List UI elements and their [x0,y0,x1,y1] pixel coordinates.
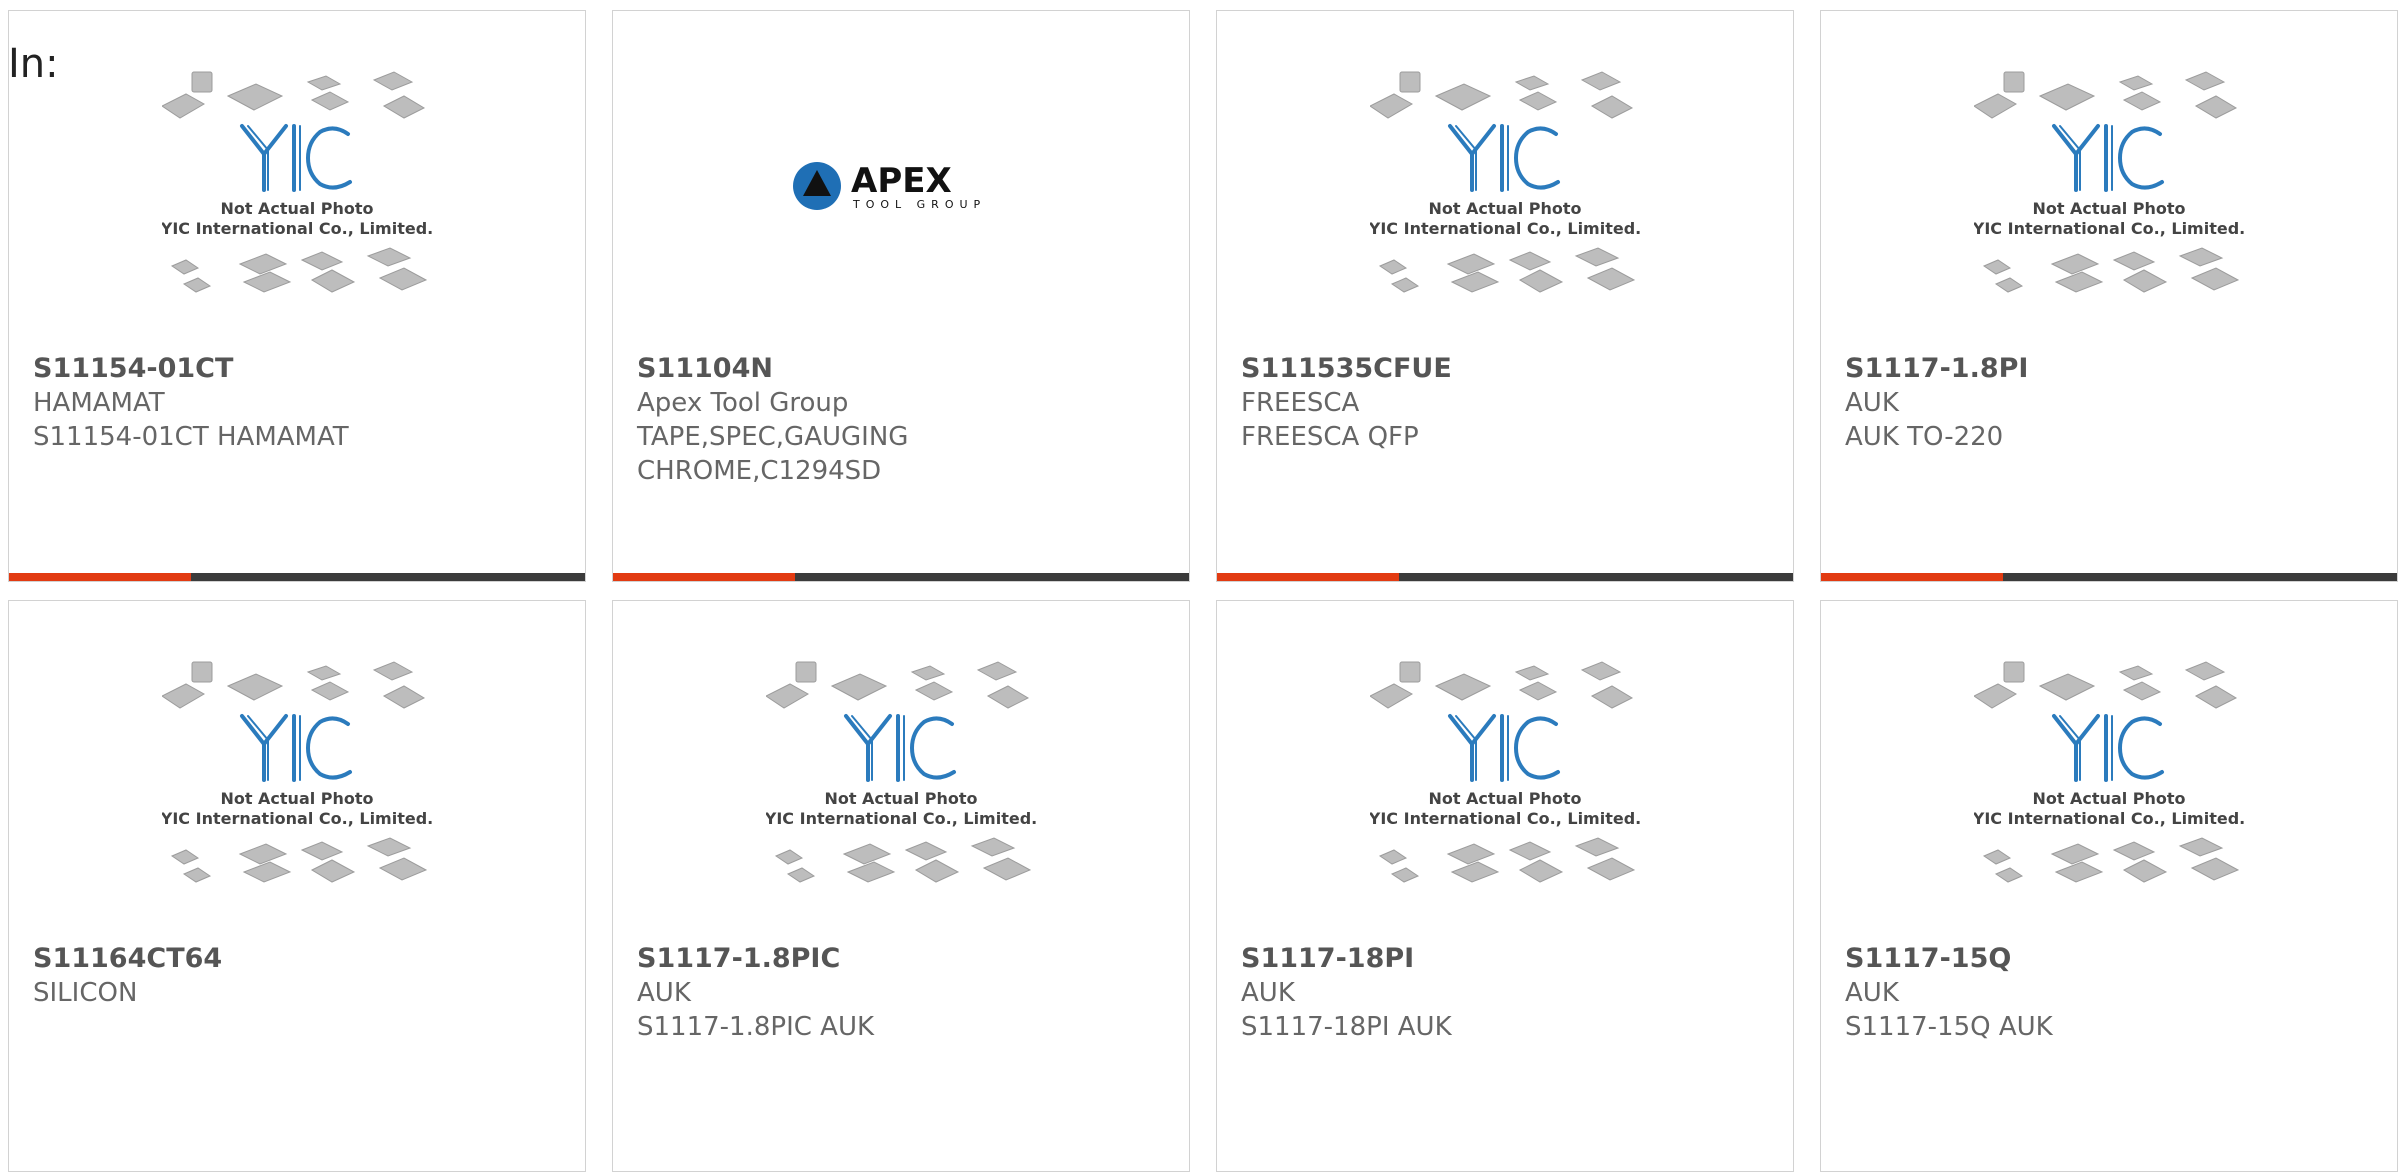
yic-placeholder-image: Not Actual Photo YIC International Co., … [1974,661,2244,883]
chip-icons-top [1974,661,2238,709]
manufacturer: FREESCA [1241,388,1360,418]
product-card[interactable]: Not Actual Photo YIC International Co., … [612,600,1190,1172]
product-card[interactable]: APEX TOOL GROUP S11104N Apex Tool Group … [612,10,1190,582]
caption-line-2: YIC International Co., Limited. [162,219,432,238]
yic-placeholder-image: Not Actual Photo YIC International Co., … [162,661,432,883]
description: S1117-1.8PIC AUK [637,1012,875,1042]
product-image: Not Actual Photo YIC International Co., … [1821,601,2397,951]
yic-logo [2052,714,2164,782]
chip-icons-top [162,71,426,119]
apex-tagline: TOOL GROUP [852,198,986,211]
caption-line-2: YIC International Co., Limited. [766,809,1036,828]
part-number[interactable]: S11104N [637,352,1169,386]
apex-logo-mark [793,162,841,210]
yic-logo [2052,124,2164,192]
apex-logo-image: APEX TOOL GROUP [793,161,986,211]
product-card[interactable]: Not Actual Photo YIC International Co., … [1216,600,1794,1172]
yic-logo [1448,124,1560,192]
chip-icons-top [1370,661,1634,709]
yic-logo [240,124,352,192]
manufacturer: SILICON [33,978,138,1008]
caption-line-2: YIC International Co., Limited. [162,809,432,828]
chip-icons-bottom [774,837,1032,883]
card-bar [613,573,1189,581]
part-number[interactable]: S1117-18PI [1241,942,1773,976]
card-bar [1821,573,2397,581]
product-image: Not Actual Photo YIC International Co., … [613,601,1189,951]
chip-icons-top [1370,71,1634,119]
product-image: Not Actual Photo YIC International Co., … [1217,601,1793,951]
description: FREESCA QFP [1241,422,1419,452]
manufacturer: AUK [1845,978,1899,1008]
manufacturer: Apex Tool Group [637,388,849,418]
product-card[interactable]: Not Actual Photo YIC International Co., … [1820,10,2398,582]
description: TAPE,SPEC,GAUGING CHROME,C1294SD [637,422,909,486]
chip-icons-bottom [170,247,428,293]
chip-icons-bottom [170,837,428,883]
caption-line-1: Not Actual Photo [220,199,373,218]
chip-icons-top [1974,71,2238,119]
caption-line-2: YIC International Co., Limited. [1974,219,2244,238]
card-bar [1217,573,1793,581]
part-number[interactable]: S1117-1.8PIC [637,942,1169,976]
caption-line-1: Not Actual Photo [1428,789,1581,808]
caption-line-1: Not Actual Photo [1428,199,1581,218]
yic-logo [240,714,352,782]
manufacturer: AUK [637,978,691,1008]
manufacturer: AUK [1241,978,1295,1008]
apex-brand: APEX [851,161,952,201]
yic-placeholder-image: Not Actual Photo YIC International Co., … [1370,661,1640,883]
product-card[interactable]: Not Actual Photo YIC International Co., … [1216,10,1794,582]
description: S1117-18PI AUK [1241,1012,1452,1042]
product-card[interactable]: Not Actual Photo YIC International Co., … [1820,600,2398,1172]
description: AUK TO-220 [1845,422,2004,452]
yic-placeholder-image: Not Actual Photo YIC International Co., … [766,661,1036,883]
chip-icons-bottom [1378,837,1636,883]
chip-icons-bottom [1982,247,2240,293]
caption-line-2: YIC International Co., Limited. [1974,809,2244,828]
product-image: Not Actual Photo YIC International Co., … [1821,11,2397,361]
yic-placeholder-image: Not Actual Photo YIC International Co., … [162,71,432,293]
caption-line-2: YIC International Co., Limited. [1370,809,1640,828]
caption-line-1: Not Actual Photo [2032,789,2185,808]
part-number[interactable]: S11154-01CT [33,352,565,386]
product-image: Not Actual Photo YIC International Co., … [9,601,585,951]
description: S11154-01CT HAMAMAT [33,422,349,452]
product-image: Not Actual Photo YIC International Co., … [1217,11,1793,361]
product-image: APEX TOOL GROUP [613,11,1189,361]
product-image: Not Actual Photo YIC International Co., … [9,11,585,361]
card-bar [9,573,585,581]
product-card[interactable]: Not Actual Photo YIC International Co., … [8,10,586,582]
search-label: In: [8,41,59,87]
product-grid: Not Actual Photo YIC International Co., … [0,0,2400,1172]
description: S1117-15Q AUK [1845,1012,2053,1042]
yic-logo [844,714,956,782]
caption-line-2: YIC International Co., Limited. [1370,219,1640,238]
caption-line-1: Not Actual Photo [220,789,373,808]
part-number[interactable]: S1117-1.8PI [1845,352,2377,386]
part-number[interactable]: S111535CFUE [1241,352,1773,386]
product-card[interactable]: Not Actual Photo YIC International Co., … [8,600,586,1172]
part-number[interactable]: S11164CT64 [33,942,565,976]
yic-logo [1448,714,1560,782]
yic-placeholder-image: Not Actual Photo YIC International Co., … [1974,71,2244,293]
caption-line-1: Not Actual Photo [824,789,977,808]
caption-line-1: Not Actual Photo [2032,199,2185,218]
part-number[interactable]: S1117-15Q [1845,942,2377,976]
manufacturer: HAMAMAT [33,388,165,418]
yic-placeholder-image: Not Actual Photo YIC International Co., … [1370,71,1640,293]
chip-icons-bottom [1982,837,2240,883]
chip-icons-top [766,661,1030,709]
chip-icons-bottom [1378,247,1636,293]
chip-icons-top [162,661,426,709]
manufacturer: AUK [1845,388,1899,418]
